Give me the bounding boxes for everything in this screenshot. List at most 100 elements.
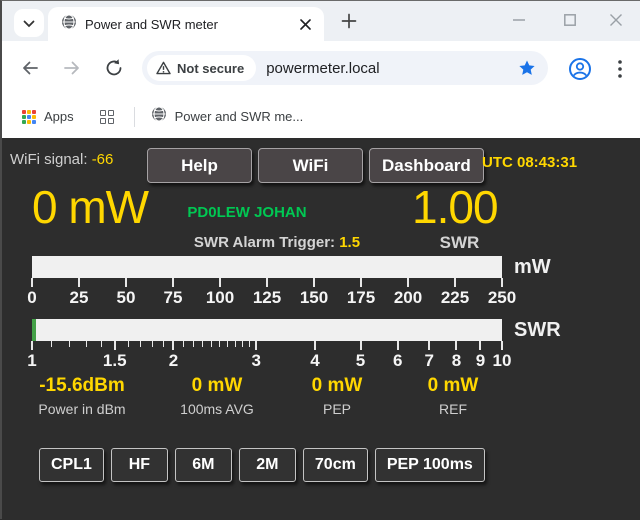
readout-label: REF [383, 401, 523, 417]
new-tab-button[interactable] [338, 11, 360, 33]
window-minimize-button[interactable] [507, 9, 531, 33]
mode-2m-button[interactable]: 2M [239, 448, 296, 482]
tick-label: 150 [300, 288, 328, 308]
minimize-icon [511, 12, 527, 31]
plus-icon [341, 13, 357, 32]
minor-tick [202, 341, 203, 347]
forward-arrow-icon [62, 58, 82, 81]
browser-tab[interactable]: Power and SWR meter [48, 7, 324, 41]
back-button[interactable] [18, 57, 42, 81]
tick-label: 50 [117, 288, 136, 308]
tick-label: 10 [493, 351, 512, 371]
tab-strip: Power and SWR meter [2, 1, 640, 41]
minor-tick [69, 341, 70, 347]
tick-label: 1.5 [103, 351, 127, 371]
swr-readout-big: 1.00 [412, 180, 498, 234]
readout-label: Power in dBm [12, 401, 152, 417]
minor-tick [235, 341, 236, 347]
tab-groups-icon[interactable] [100, 110, 114, 124]
minor-tick [163, 341, 164, 347]
bookmarks-separator [134, 107, 135, 127]
window-close-button[interactable] [604, 9, 628, 33]
tick [454, 278, 456, 287]
mode-6m-button[interactable]: 6M [175, 448, 232, 482]
tick-label: 225 [441, 288, 469, 308]
tick-label: 3 [252, 351, 261, 371]
minor-tick [183, 341, 184, 347]
readout-value: 0 mW [147, 375, 287, 397]
minor-tick [242, 341, 243, 347]
tick-label: 200 [394, 288, 422, 308]
minor-tick [227, 341, 228, 347]
tick-label: 8 [452, 351, 461, 371]
nav-dashboard-button[interactable]: Dashboard [369, 148, 484, 183]
nav-help-button[interactable]: Help [147, 148, 252, 183]
tick-label: 2 [169, 351, 178, 371]
power-meter-ticks [32, 278, 502, 288]
swr-caption: SWR [402, 233, 517, 253]
tick-label: 4 [310, 351, 319, 371]
bookmark-item[interactable]: Power and SWR me... [151, 106, 304, 127]
chevron-down-icon [23, 16, 35, 31]
bookmark-star-icon[interactable] [516, 57, 538, 79]
tab-title: Power and SWR meter [85, 17, 296, 32]
tick-label: 250 [488, 288, 516, 308]
tick-label: 0 [27, 288, 36, 308]
reload-icon [104, 58, 124, 81]
reload-button[interactable] [102, 57, 126, 81]
tick-label: 25 [70, 288, 89, 308]
tick-label: 75 [164, 288, 183, 308]
apps-grid-icon[interactable] [22, 110, 36, 124]
tick [255, 341, 257, 350]
tab-search-button[interactable] [14, 9, 44, 37]
mode-hf-button[interactable]: HF [111, 448, 168, 482]
tick [31, 278, 33, 287]
apps-shortcut[interactable]: Apps [44, 109, 74, 124]
profile-avatar-icon[interactable] [568, 57, 592, 81]
mode-70cm-button[interactable]: 70cm [303, 448, 368, 482]
window-maximize-button[interactable] [558, 9, 582, 33]
forward-button[interactable] [60, 57, 84, 81]
tab-close-button[interactable] [296, 15, 314, 33]
tick [397, 341, 399, 350]
minor-tick [101, 341, 102, 347]
swr-meter-scale: 11.52345678910 [32, 351, 502, 371]
url-text[interactable]: powermeter.local [266, 60, 516, 77]
wifi-signal-label: WiFi signal: [10, 151, 88, 168]
utc-clock: UTC 08:43:31 [482, 154, 577, 171]
mode-cpl1-button[interactable]: CPL1 [39, 448, 104, 482]
swr-meter-ticks [32, 341, 502, 351]
readout-label: 100ms AVG [147, 401, 287, 417]
tick [78, 278, 80, 287]
tick-label: 100 [206, 288, 234, 308]
bookmarks-bar: Apps Power and SWR me... [2, 95, 640, 138]
swr-alarm-trigger: SWR Alarm Trigger: 1.5 [147, 234, 407, 251]
readout-value: 0 mW [383, 375, 523, 397]
browser-window: Power and SWR meter [0, 0, 640, 519]
minor-tick [211, 341, 212, 347]
readout-value: -15.6dBm [12, 375, 152, 397]
close-icon [608, 12, 624, 31]
security-chip[interactable]: Not secure [147, 55, 256, 81]
maximize-icon [562, 12, 578, 31]
bookmark-title: Power and SWR me... [175, 109, 304, 124]
nav-wifi-button[interactable]: WiFi [258, 148, 363, 183]
tick [407, 278, 409, 287]
tick [313, 278, 315, 287]
security-chip-label: Not secure [177, 61, 244, 76]
minor-tick [219, 341, 220, 347]
three-dot-menu-icon[interactable] [610, 57, 630, 81]
address-bar[interactable]: Not secure powermeter.local [142, 51, 548, 85]
minor-tick [249, 341, 250, 347]
tick [455, 341, 457, 350]
tick [501, 341, 503, 350]
tick [360, 278, 362, 287]
mode-pep-100ms-button[interactable]: PEP 100ms [375, 448, 485, 482]
tick [360, 341, 362, 350]
tick [219, 278, 221, 287]
swr-meter-fill [32, 319, 36, 341]
readout-ref: 0 mW REF [383, 375, 523, 417]
readouts-row: -15.6dBmPower in dBm0 mW100ms AVG0 mWPEP… [2, 375, 640, 435]
callsign: PD0LEW JOHAN [167, 204, 327, 221]
browser-toolbar: Not secure powermeter.local [2, 41, 640, 95]
